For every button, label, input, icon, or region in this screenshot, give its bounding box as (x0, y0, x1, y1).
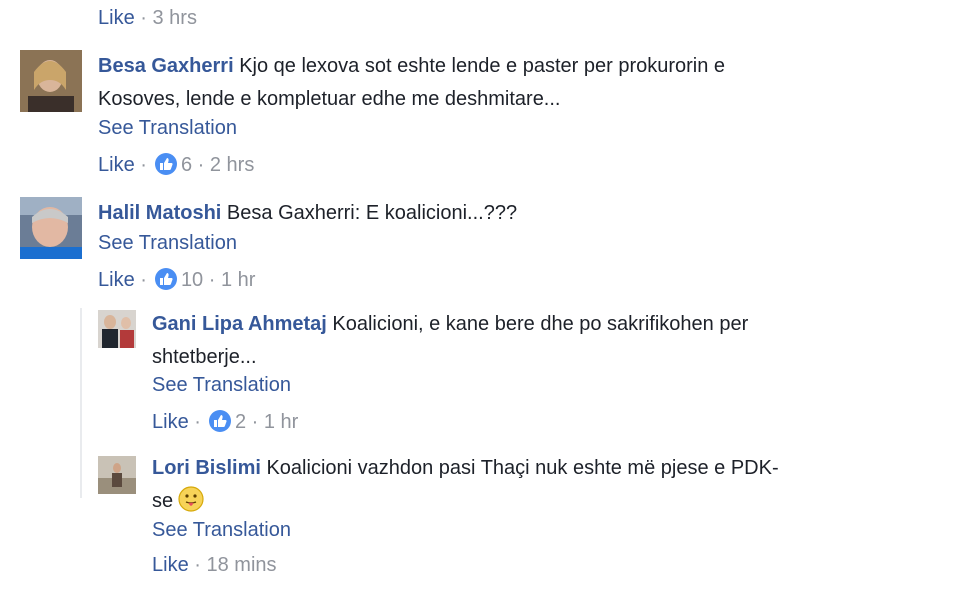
see-translation-link[interactable]: See Translation (152, 519, 291, 542)
top-comment-meta: Like · 3 hrs (98, 7, 197, 30)
timestamp[interactable]: 18 mins (207, 554, 277, 576)
avatar-photo-icon (20, 50, 82, 112)
meta-separator: · (208, 269, 216, 291)
comment-author[interactable]: Halil Matoshi (98, 202, 221, 224)
reply-body: Lori Bislimi Koalicioni vazhdon pasi Tha… (152, 452, 912, 518)
reply-text-line1: Koalicioni, e kane bere dhe po sakrifiko… (332, 313, 749, 335)
avatar[interactable] (98, 456, 136, 494)
comment-body: Besa Gaxherri Kjo qe lexova sot eshte le… (98, 50, 938, 116)
avatar[interactable] (98, 310, 136, 348)
like-link[interactable]: Like (152, 554, 189, 576)
timestamp[interactable]: 2 hrs (210, 154, 254, 176)
avatar[interactable] (20, 50, 82, 112)
reaction-count[interactable]: 2 (235, 411, 246, 433)
meta-separator: · (194, 554, 201, 576)
meta-separator: · (197, 154, 205, 176)
reply-thread-line (80, 308, 82, 498)
thumbs-up-icon[interactable] (208, 410, 231, 432)
comment-meta: Like · 6 · 2 hrs (98, 153, 254, 177)
reply-text-line2: shtetberje... (152, 346, 257, 368)
reply-meta: Like · 2 · 1 hr (152, 410, 298, 434)
avatar[interactable] (20, 197, 82, 259)
reaction-count[interactable]: 6 (181, 154, 192, 176)
reply-text-line2: se (152, 490, 174, 512)
comment-text-line1: Kjo qe lexova sot eshte lende e paster p… (239, 55, 726, 77)
see-translation-link[interactable]: See Translation (152, 374, 291, 397)
see-translation-link[interactable]: See Translation (98, 117, 237, 140)
reply-body: Gani Lipa Ahmetaj Koalicioni, e kane ber… (152, 308, 912, 374)
timestamp[interactable]: 1 hr (221, 269, 255, 291)
comment-author[interactable]: Besa Gaxherri (98, 55, 234, 77)
like-link[interactable]: Like (152, 411, 189, 433)
meta-separator: · (140, 154, 147, 176)
thumbs-up-icon[interactable] (154, 268, 177, 290)
meta-separator: · (140, 269, 147, 291)
mention[interactable]: Besa Gaxherri (227, 202, 355, 224)
comment-body: Halil Matoshi Besa Gaxherri: E koalicion… (98, 197, 938, 230)
avatar-photo-icon (20, 197, 82, 259)
like-link[interactable]: Like (98, 7, 135, 29)
reply-text-line1: Koalicioni vazhdon pasi Thaçi nuk eshte … (266, 457, 779, 479)
comment-meta: Like · 10 · 1 hr (98, 268, 255, 292)
meta-separator: · (194, 411, 201, 433)
avatar-photo-icon (98, 310, 136, 348)
comment-text: : E koalicioni...??? (354, 202, 518, 224)
reply-author[interactable]: Gani Lipa Ahmetaj (152, 313, 327, 335)
meta-separator: · (140, 7, 147, 29)
see-translation-link[interactable]: See Translation (98, 232, 237, 255)
like-link[interactable]: Like (98, 154, 135, 176)
reply-author[interactable]: Lori Bislimi (152, 457, 261, 479)
thumbs-up-icon[interactable] (154, 153, 177, 175)
meta-separator: · (251, 411, 259, 433)
like-link[interactable]: Like (98, 269, 135, 291)
reply-meta: Like · 18 mins (152, 554, 277, 577)
reaction-count[interactable]: 10 (181, 269, 203, 291)
avatar-photo-icon (98, 456, 136, 494)
timestamp[interactable]: 3 hrs (153, 7, 197, 29)
timestamp[interactable]: 1 hr (264, 411, 298, 433)
tongue-out-emoji-icon (178, 486, 204, 512)
comment-text-line2: Kosoves, lende e kompletuar edhe me desh… (98, 88, 561, 110)
